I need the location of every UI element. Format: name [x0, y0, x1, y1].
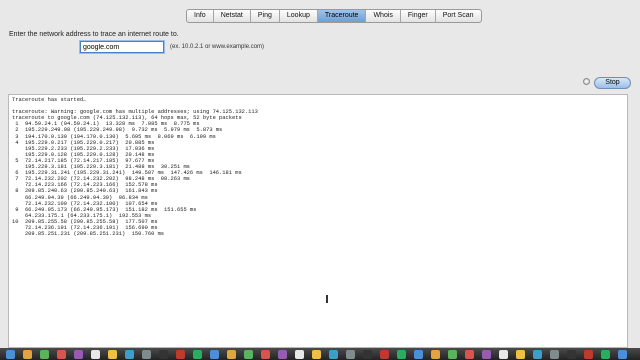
- game-icon[interactable]: [499, 350, 508, 359]
- output-line: 66.249.94.39 (66.249.94.39) 96.834 ms: [12, 194, 148, 201]
- ibeam-cursor-icon: [326, 295, 328, 303]
- output-line: 9 66.249.95.173 (66.249.95.173) 151.182 …: [12, 206, 197, 213]
- maps-icon[interactable]: [210, 350, 219, 359]
- output-line: 2 195.229.249.98 (195.229.249.98) 9.732 …: [12, 127, 223, 134]
- output-line: 72.14.223.166 (72.14.223.166) 152.578 ms: [12, 182, 158, 189]
- game-icon[interactable]: [533, 350, 542, 359]
- network-utility-window: Info Netstat Ping Lookup Traceroute Whoi…: [0, 0, 640, 348]
- numbers-icon[interactable]: [295, 350, 304, 359]
- tab-traceroute[interactable]: Traceroute: [317, 10, 367, 22]
- store-icon[interactable]: [125, 350, 134, 359]
- game-icon[interactable]: [516, 350, 525, 359]
- output-line: 72.14.236.191 (72.14.236.191) 156.690 ms: [12, 224, 158, 231]
- game-icon[interactable]: [567, 350, 576, 359]
- tab-netstat[interactable]: Netstat: [214, 10, 251, 22]
- tab-ping[interactable]: Ping: [251, 10, 280, 22]
- output-line: Traceroute has started…: [12, 97, 87, 103]
- output-line: 1 94.59.24.1 (94.59.24.1) 13.328 ms 7.08…: [12, 121, 200, 128]
- output-line: traceroute to google.com (74.125.132.113…: [12, 115, 242, 122]
- books-icon[interactable]: [244, 350, 253, 359]
- keynote-icon[interactable]: [312, 350, 321, 359]
- tab-port-scan[interactable]: Port Scan: [436, 10, 481, 22]
- music-icon[interactable]: [74, 350, 83, 359]
- output-line: 6 195.229.31.241 (195.229.31.241) 149.50…: [12, 170, 242, 177]
- output-line: 195.229.0.128 (195.229.0.128) 20.148 ms: [12, 151, 155, 158]
- chat-icon[interactable]: [261, 350, 270, 359]
- game-icon[interactable]: [363, 350, 372, 359]
- pages-icon[interactable]: [278, 350, 287, 359]
- mail-icon[interactable]: [40, 350, 49, 359]
- output-line: 195.229.3.181 (195.229.3.181) 21.488 ms …: [12, 164, 190, 171]
- photos-icon[interactable]: [57, 350, 66, 359]
- game-icon[interactable]: [584, 350, 593, 359]
- dock: [0, 348, 640, 360]
- output-line: 72.14.232.100 (72.14.232.100) 107.654 ms: [12, 200, 158, 207]
- output-line: 4 195.229.0.217 (195.229.0.217) 20.885 m…: [12, 139, 155, 146]
- output-line: 195.229.2.233 (195.229.2.233) 17.036 ms: [12, 145, 155, 152]
- tab-info[interactable]: Info: [187, 10, 214, 22]
- output-line: traceroute: Warning: google.com has mult…: [12, 109, 258, 116]
- preview-icon[interactable]: [176, 350, 185, 359]
- network-address-input[interactable]: [80, 41, 164, 53]
- output-line: 7 72.14.232.202 (72.14.232.202) 98.248 m…: [12, 176, 190, 183]
- video-icon[interactable]: [227, 350, 236, 359]
- game-icon[interactable]: [465, 350, 474, 359]
- notes-icon[interactable]: [108, 350, 117, 359]
- traceroute-output[interactable]: Traceroute has started… traceroute: Warn…: [8, 94, 628, 348]
- game-icon[interactable]: [414, 350, 423, 359]
- segmented-tab-control: Info Netstat Ping Lookup Traceroute Whoi…: [186, 9, 482, 23]
- game-icon[interactable]: [346, 350, 355, 359]
- browser-icon[interactable]: [23, 350, 32, 359]
- game-icon[interactable]: [397, 350, 406, 359]
- game-icon[interactable]: [431, 350, 440, 359]
- tab-whois[interactable]: Whois: [366, 10, 401, 22]
- settings-icon[interactable]: [142, 350, 151, 359]
- terminal-icon[interactable]: [159, 350, 168, 359]
- output-text: Traceroute has started… traceroute: Warn…: [9, 95, 627, 239]
- progress-spinner-icon: [583, 78, 590, 85]
- address-prompt: Enter the network address to trace an in…: [9, 31, 179, 38]
- game-icon[interactable]: [550, 350, 559, 359]
- tab-lookup[interactable]: Lookup: [280, 10, 318, 22]
- game-icon[interactable]: [601, 350, 610, 359]
- finder-icon[interactable]: [6, 350, 15, 359]
- messages-icon[interactable]: [193, 350, 202, 359]
- tab-finger[interactable]: Finger: [401, 10, 436, 22]
- game-icon[interactable]: [329, 350, 338, 359]
- output-line: 3 194.170.0.130 (194.170.0.130) 5.695 ms…: [12, 133, 216, 140]
- stop-button[interactable]: Stop: [594, 77, 631, 89]
- game-icon[interactable]: [482, 350, 491, 359]
- trash-icon[interactable]: [618, 350, 627, 359]
- output-line: 209.85.251.231 (209.85.251.231) 150.760 …: [12, 231, 165, 238]
- game-icon[interactable]: [448, 350, 457, 359]
- output-line: 64.233.175.1 (64.233.175.1) 192.553 ms: [12, 212, 152, 219]
- game-icon[interactable]: [380, 350, 389, 359]
- output-line: 8 209.85.240.63 (209.85.240.63) 161.843 …: [12, 188, 158, 195]
- address-hint: (ex. 10.0.2.1 or www.example.com): [170, 44, 265, 50]
- calendar-icon[interactable]: [91, 350, 100, 359]
- output-line: 10 209.85.255.58 (209.85.255.58) 177.507…: [12, 218, 158, 225]
- tab-bar: Info Netstat Ping Lookup Traceroute Whoi…: [0, 0, 640, 26]
- output-line: 5 72.14.217.185 (72.14.217.185) 97.677 m…: [12, 157, 155, 164]
